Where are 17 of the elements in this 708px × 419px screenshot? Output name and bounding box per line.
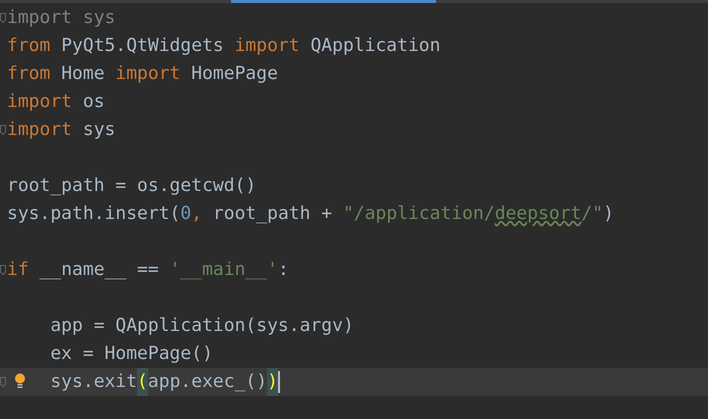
code-line: import os <box>7 90 105 114</box>
fold-marker-icon[interactable] <box>0 125 6 135</box>
code-line: sys.path.insert(0, root_path + "/application/deepsort/") <box>7 202 614 226</box>
scrollbar-thumb[interactable] <box>231 0 436 3</box>
fold-marker-icon[interactable] <box>0 377 6 387</box>
code-line: from Home import HomePage <box>7 62 278 86</box>
lightbulb-icon[interactable] <box>14 373 26 389</box>
fold-marker-icon[interactable] <box>0 13 6 23</box>
fold-marker-icon[interactable] <box>0 265 6 275</box>
code-line: root_path = os.getcwd() <box>7 174 256 198</box>
code-line: from PyQt5.QtWidgets import QApplication <box>7 34 440 58</box>
code-line: ex = HomePage() <box>49 342 213 366</box>
code-line: sys.exit(app.exec_()) <box>7 368 280 396</box>
code-line: import sys <box>7 118 116 142</box>
code-line: import sys <box>7 6 116 30</box>
code-line: app = QApplication(sys.argv) <box>49 314 354 338</box>
code-line: if __name__ == '__main__': <box>7 258 289 282</box>
